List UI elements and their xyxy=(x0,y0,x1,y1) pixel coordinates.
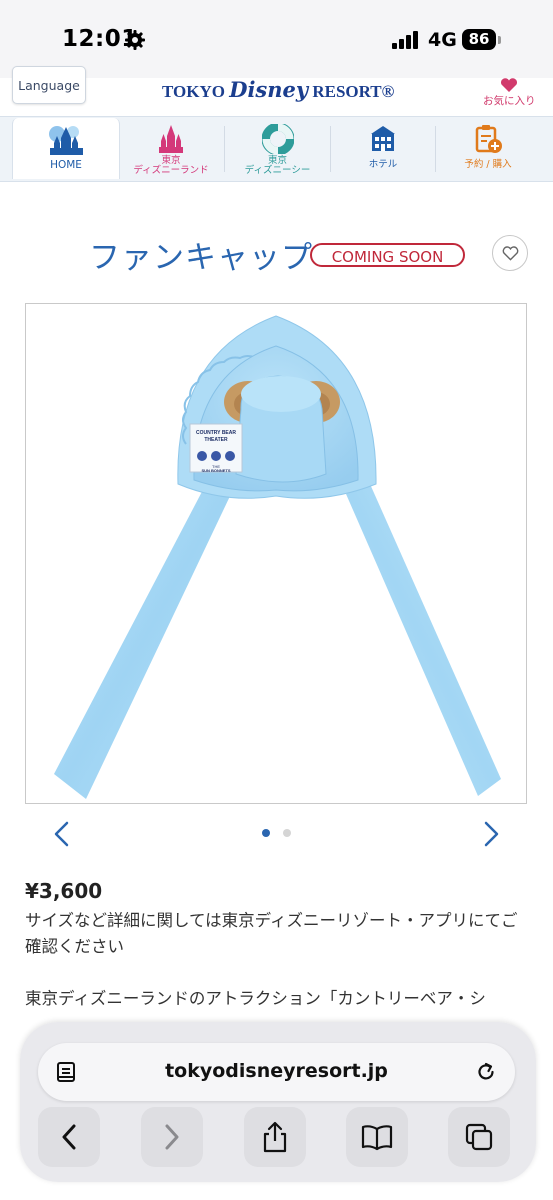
network-type: 4G xyxy=(428,29,457,51)
language-button[interactable]: Language xyxy=(12,66,86,104)
heart-outline-icon xyxy=(502,246,519,261)
product-title: ファンキャップ xyxy=(89,240,313,276)
carousel-next-chevron-icon[interactable] xyxy=(479,820,503,848)
book-icon xyxy=(361,1125,393,1151)
fan-cap-illustration: COUNTRY BEAR THEATER THE SUN BONNETS xyxy=(54,315,501,799)
nav-label-sea-2: ディズニーシー xyxy=(244,165,311,176)
logo-text-resort: RESORT® xyxy=(308,82,395,101)
logo-text-disney: Disney xyxy=(229,77,309,102)
tokyo-disney-resort-logo[interactable]: TOKYO Disney RESORT® xyxy=(162,77,394,106)
forward-button[interactable] xyxy=(141,1107,203,1167)
nav-label-reservation: 予約 / 購入 xyxy=(464,159,512,170)
nav-tab-hotel[interactable]: ホテル xyxy=(331,118,435,179)
nav-label-home: HOME xyxy=(50,159,82,171)
nav-label-hotel: ホテル xyxy=(368,159,398,170)
address-bar[interactable]: tokyodisneyresort.jp xyxy=(38,1043,515,1101)
nav-label-land-2: ディズニーランド xyxy=(133,165,209,176)
nav-tab-reservation[interactable]: 予約 / 購入 xyxy=(436,118,540,179)
product-price: ¥3,600 xyxy=(25,879,103,903)
tag-text-line2: THEATER xyxy=(204,437,228,443)
share-icon xyxy=(263,1121,287,1153)
nav-tab-home[interactable]: HOME xyxy=(12,118,120,179)
product-image[interactable]: COUNTRY BEAR THEATER THE SUN BONNETS xyxy=(25,303,527,804)
castle-icon xyxy=(49,126,83,155)
nav-tab-tokyo-disneyland[interactable]: 東京 ディズニーランド xyxy=(118,118,224,179)
reload-icon[interactable] xyxy=(474,1060,498,1084)
wishlist-button[interactable] xyxy=(492,235,528,271)
tag-text-line4: SUN BONNETS xyxy=(201,468,230,473)
signal-strength-icon xyxy=(392,31,422,49)
battery-icon: 86 xyxy=(462,29,496,50)
carousel-dot[interactable] xyxy=(283,829,291,837)
back-button[interactable] xyxy=(38,1107,100,1167)
tabs-icon xyxy=(465,1123,493,1151)
url-text: tokyodisneyresort.jp xyxy=(165,1060,388,1082)
share-button[interactable] xyxy=(244,1107,306,1167)
castle-pink-icon xyxy=(159,125,183,153)
bookmarks-button[interactable] xyxy=(346,1107,408,1167)
battery-tip xyxy=(498,36,501,44)
carousel-prev-chevron-icon[interactable] xyxy=(50,820,74,848)
heart-icon[interactable] xyxy=(500,78,518,92)
tag-text-line1: COUNTRY BEAR xyxy=(196,430,236,436)
chevron-right-icon xyxy=(165,1124,179,1150)
product-description: 東京ディズニーランドのアトラクション「カントリーベア・シ xyxy=(25,989,486,1008)
logo-text-tokyo: TOKYO xyxy=(162,82,230,101)
reservation-icon xyxy=(475,125,502,153)
chevron-left-icon xyxy=(62,1124,76,1150)
carousel-dot-active[interactable] xyxy=(262,829,270,837)
hotel-icon xyxy=(371,126,395,151)
product-note: サイズなど詳細に関しては東京ディズニーリゾート・アプリにてご確認ください xyxy=(25,911,518,956)
lifebuoy-icon xyxy=(261,124,294,154)
coming-soon-badge: COMING SOON xyxy=(310,243,465,267)
favorites-link[interactable]: お気に入り xyxy=(483,93,536,108)
gear-icon xyxy=(125,30,145,50)
tabs-button[interactable] xyxy=(448,1107,510,1167)
nav-tab-tokyo-disneysea[interactable]: 東京 ディズニーシー xyxy=(225,118,330,179)
